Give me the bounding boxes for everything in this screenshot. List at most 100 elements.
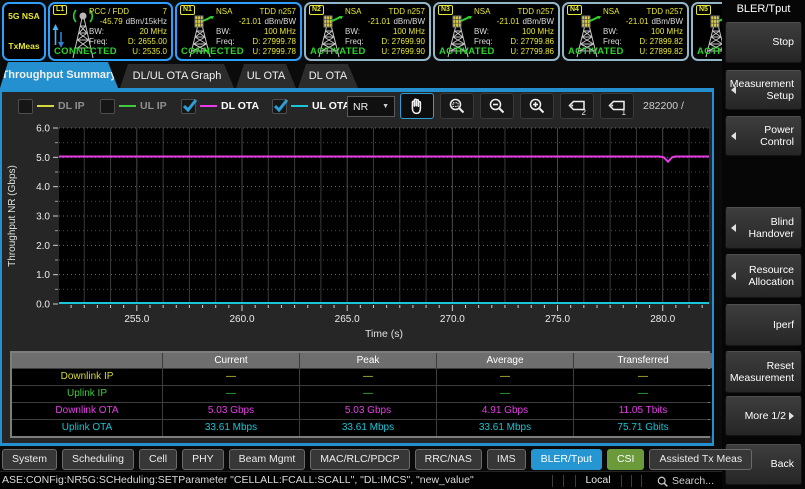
cell-power-unit: dBm/BW — [264, 17, 296, 27]
bw-value: 100 MHz — [522, 27, 554, 37]
sidebar-title: BLER/Tput — [722, 3, 805, 15]
bottom-tab-mac-rlc-pdcp[interactable]: MAC/RLC/PDCP — [310, 449, 409, 470]
zoom-in-icon — [527, 96, 547, 116]
bw-value: 100 MHz — [393, 27, 425, 37]
blind-handover-button[interactable]: Blind Handover — [725, 207, 802, 249]
bw-label: BW: — [345, 27, 360, 37]
cell-value: 5.03 Gbps — [300, 403, 436, 419]
legend-checkbox-dl-ip[interactable] — [18, 99, 33, 114]
cell-panel-l1[interactable]: L1 PCC / FDD7 -45.79dBm/15kHz BW:20 — [48, 2, 173, 61]
resource-allocation-button[interactable]: Resource Allocation — [725, 254, 802, 298]
cell-panel-summary[interactable]: 5G NSA TxMeas — [2, 2, 46, 61]
freq-dl: D: 2655.00 — [128, 37, 167, 47]
freq-dl: D: 27999.78 — [252, 37, 296, 47]
row-label-downlink-ota: Downlink OTA — [12, 403, 162, 419]
cell-status: CONNECTED — [54, 46, 117, 57]
iperf-button[interactable]: Iperf — [725, 304, 802, 346]
legend-label: UL OTA — [312, 100, 350, 112]
measurement-setup-button[interactable]: Measurement Setup — [725, 70, 802, 110]
table-header-transferred: Transferred — [574, 353, 712, 368]
cell-value: 33.61 Mbps — [437, 420, 573, 436]
legend-label: DL IP — [58, 100, 85, 112]
more-pages-button[interactable]: More 1/2 — [725, 396, 802, 436]
bottom-tab-rrc-nas[interactable]: RRC/NAS — [415, 449, 482, 470]
freq-dl: D: 27799.86 — [510, 37, 554, 47]
zoom-window-button[interactable] — [440, 93, 474, 119]
bw-label: BW: — [89, 27, 104, 37]
search-placeholder: Search... — [672, 475, 714, 487]
rat-selected-value: NR — [353, 101, 368, 113]
bottom-bar: System Scheduling Cell PHY Beam Mgmt MAC… — [0, 446, 722, 489]
tab-ul-ota[interactable]: UL OTA — [236, 64, 296, 88]
hand-icon — [407, 96, 427, 116]
bw-value: 100 MHz — [651, 27, 683, 37]
cell-panel-n1[interactable]: N1 NSATDD n257 -21.01dBm/BW BW:100 MHz F… — [175, 2, 302, 61]
bw-value: 100 MHz — [264, 27, 296, 37]
bottom-tab-ims[interactable]: IMS — [487, 449, 526, 470]
legend-checkbox-ul-ip[interactable] — [100, 99, 115, 114]
zoom-out-button[interactable] — [480, 93, 514, 119]
bottom-tab-csi[interactable]: CSI — [607, 449, 645, 470]
flyout-arrow-icon — [731, 224, 736, 232]
svg-text:275.0: 275.0 — [545, 314, 570, 325]
cell-power-unit: dBm/15kHz — [126, 17, 167, 27]
bottom-tab-phy[interactable]: PHY — [182, 449, 224, 470]
marker-2-button[interactable]: 2 — [560, 93, 594, 119]
freq-ul: U: 27999.78 — [252, 47, 296, 57]
ul-ota-color-swatch — [291, 105, 308, 107]
freq-ul: U: 27699.90 — [381, 47, 425, 57]
table-header-average: Average — [437, 353, 573, 368]
cell-panel-n5[interactable]: N5 ACTIVATED — [691, 2, 722, 61]
row-label-uplink-ota: Uplink OTA — [12, 420, 162, 436]
cell-value: — — [437, 369, 573, 385]
pan-button[interactable] — [400, 93, 434, 119]
cell-panel-n2[interactable]: N2 NSATDD n257 -21.01dBm/BW BW:100 MHz F… — [304, 2, 431, 61]
legend-checkbox-ul-ota[interactable] — [272, 99, 287, 114]
reset-measurement-button[interactable]: Reset Measurement — [725, 351, 802, 393]
bottom-tab-system[interactable]: System — [2, 449, 57, 470]
cell-badge: N2 — [309, 5, 324, 15]
cell-panel-n4[interactable]: N4 NSATDD n257 -21.01dBm/BW BW:100 MHz F… — [562, 2, 689, 61]
cell-value: — — [574, 369, 712, 385]
cell-value: 4.91 Gbps — [437, 403, 573, 419]
search-icon — [656, 475, 669, 488]
bottom-tab-scheduling[interactable]: Scheduling — [62, 449, 134, 470]
bottom-tab-cell[interactable]: Cell — [139, 449, 177, 470]
table-header-peak: Peak — [300, 353, 436, 368]
cell-value: 75.71 Gbits — [574, 420, 712, 436]
zoom-in-button[interactable] — [520, 93, 554, 119]
marker-1-button[interactable]: 1 — [600, 93, 634, 119]
svg-text:270.0: 270.0 — [440, 314, 465, 325]
stop-button[interactable]: Stop — [725, 22, 802, 63]
cell-panel-n3[interactable]: N3 NSATDD n257 -21.01dBm/BW BW:100 MHz F… — [433, 2, 560, 61]
freq-dl: D: 27899.82 — [639, 37, 683, 47]
cell-band: TDD n257 — [260, 7, 296, 17]
tab-dl-ota[interactable]: DL OTA — [298, 64, 358, 88]
svg-text:265.0: 265.0 — [335, 314, 360, 325]
cell-power-unit: dBm/BW — [393, 17, 425, 27]
freq-ul: U: 2535.0 — [132, 47, 167, 57]
tab-dlul-ota-graph[interactable]: DL/UL OTA Graph — [120, 64, 234, 88]
bw-label: BW: — [474, 27, 489, 37]
svg-text:260.0: 260.0 — [229, 314, 254, 325]
bottom-tab-beam-mgmt[interactable]: Beam Mgmt — [229, 449, 306, 470]
cell-status: ACTIVATED — [697, 46, 722, 57]
cell-value: 33.61 Mbps — [300, 420, 436, 436]
cell-type: NSA — [216, 7, 232, 17]
power-control-button[interactable]: Power Control — [725, 116, 802, 156]
flyout-arrow-icon — [731, 132, 736, 140]
freq-dl: D: 27699.90 — [381, 37, 425, 47]
cell-value: 33.61 Mbps — [163, 420, 299, 436]
rat-select-dropdown[interactable]: NR ▼ — [347, 96, 395, 117]
cell-value: — — [300, 386, 436, 402]
row-label-uplink-ip: Uplink IP — [12, 386, 162, 402]
bottom-tab-bler-tput[interactable]: BLER/Tput — [531, 449, 602, 470]
legend-label: UL IP — [140, 100, 167, 112]
legend-checkbox-dl-ota[interactable] — [181, 99, 196, 114]
throughput-chart[interactable]: 0.01.02.03.04.05.06.0255.0260.0265.0270.… — [2, 120, 714, 351]
search-box[interactable]: Search... — [656, 473, 722, 489]
svg-text:1: 1 — [622, 108, 627, 116]
bottom-tab-assisted-tx-meas[interactable]: Assisted Tx Meas — [649, 449, 752, 470]
tab-throughput-summary[interactable]: Throughput Summary — [0, 62, 118, 88]
table-header-current: Current — [163, 353, 299, 368]
